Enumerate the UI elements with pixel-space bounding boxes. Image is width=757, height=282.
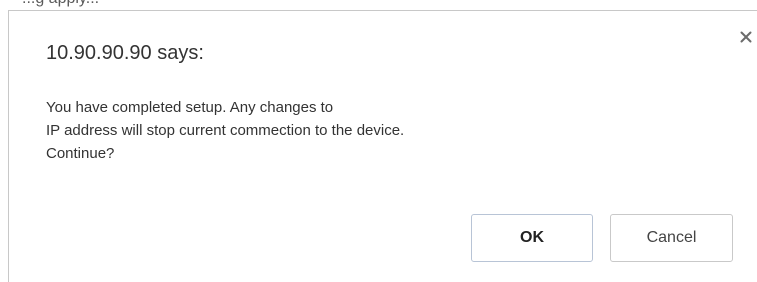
dialog-message: You have completed setup. Any changes to… bbox=[46, 96, 404, 165]
close-button[interactable] bbox=[736, 27, 756, 47]
message-line: Continue? bbox=[46, 145, 115, 162]
dialog-title: 10.90.90.90 says: bbox=[46, 42, 204, 64]
message-line: You have completed setup. Any changes to bbox=[46, 99, 334, 116]
background-partial-text: ...g apply... bbox=[22, 0, 99, 8]
ok-button[interactable]: OK bbox=[471, 214, 593, 262]
cancel-button[interactable]: Cancel bbox=[610, 214, 733, 262]
alert-dialog: 10.90.90.90 says: You have completed set… bbox=[8, 10, 757, 282]
close-icon bbox=[740, 31, 752, 43]
message-line: IP address will stop current commection … bbox=[46, 122, 405, 139]
